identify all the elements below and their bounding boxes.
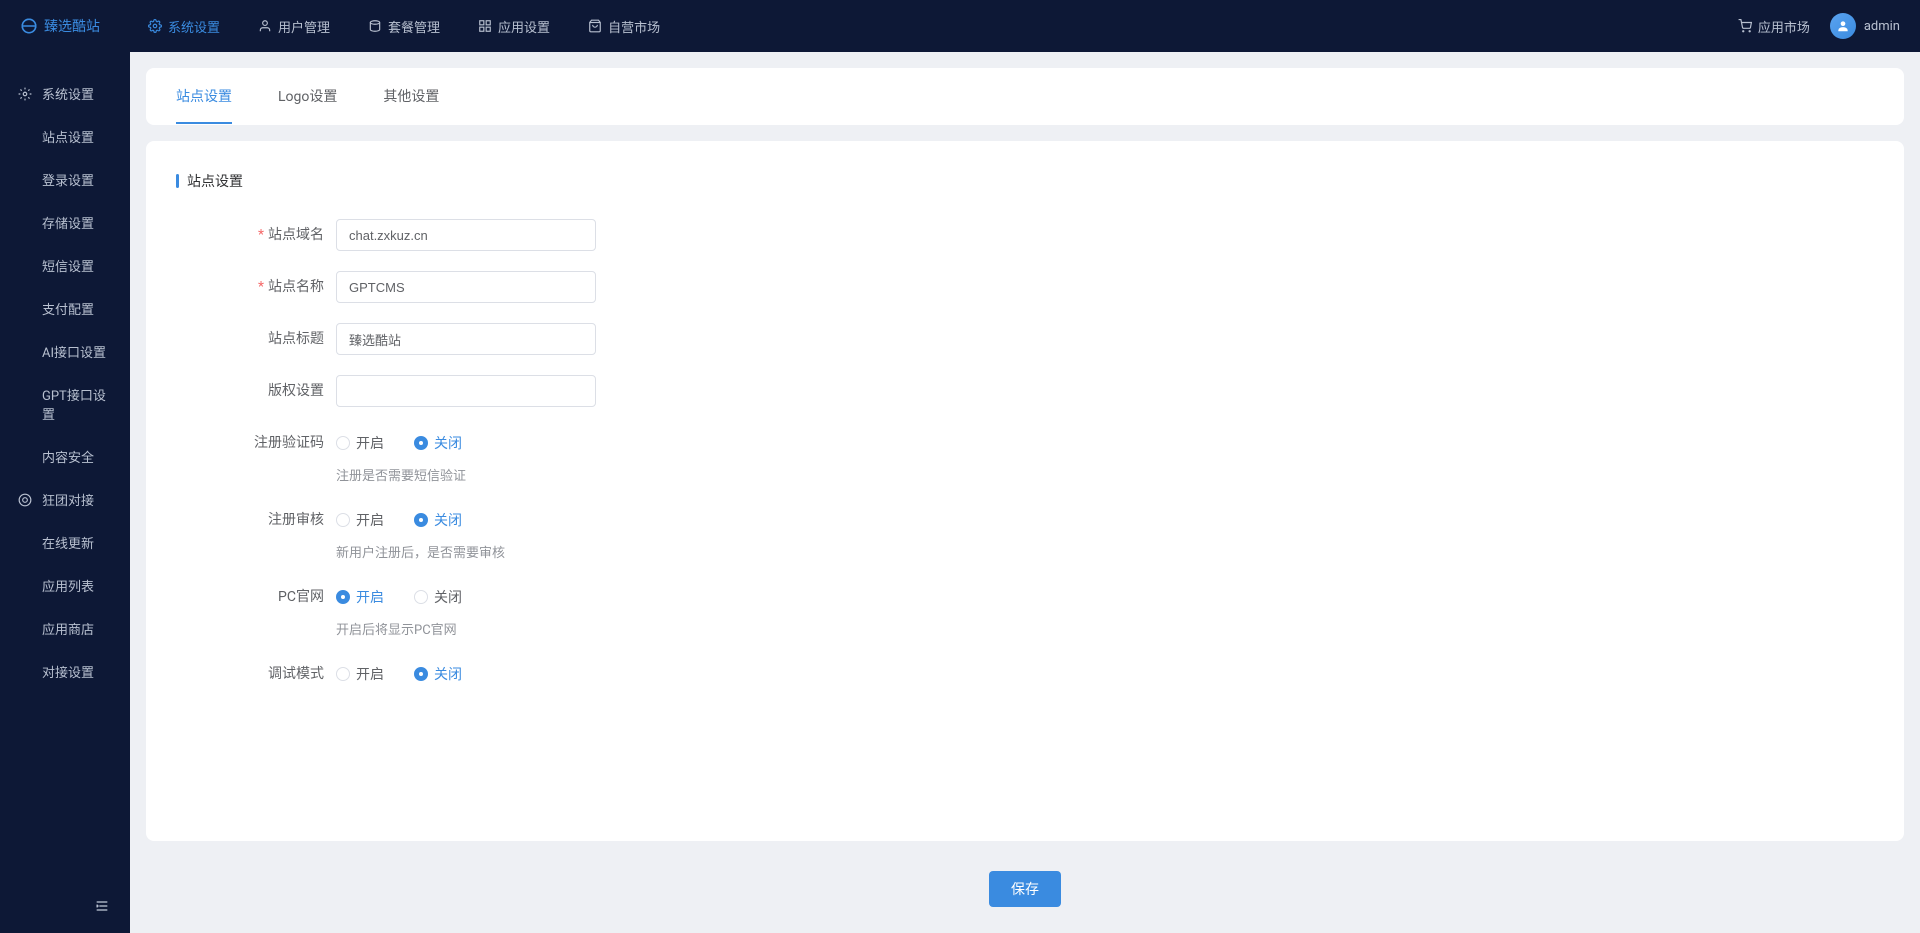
label-pc-site: PC官网	[176, 581, 336, 613]
radio-pc-off[interactable]: 关闭	[414, 587, 462, 607]
avatar	[1830, 13, 1856, 39]
section-title: 站点设置	[176, 171, 1874, 191]
tabs-card: 站点设置 Logo设置 其他设置	[146, 68, 1904, 125]
nav-app-settings[interactable]: 应用设置	[460, 0, 568, 52]
label-debug-mode: 调试模式	[176, 658, 336, 690]
form-card: 站点设置 *站点域名 *站点名称 站点标题 版权设置 注册验证码 开启 关闭	[146, 141, 1904, 841]
radio-pc-on[interactable]: 开启	[336, 587, 384, 607]
radio-captcha-on[interactable]: 开启	[336, 433, 384, 453]
label-register-captcha: 注册验证码	[176, 427, 336, 459]
sidebar-item-gpt[interactable]: GPT接口设置	[0, 373, 130, 435]
sidebar-item-content-safety[interactable]: 内容安全	[0, 435, 130, 478]
sidebar: 系统设置 站点设置 登录设置 存储设置 短信设置 支付配置 AI接口设置 GPT…	[0, 52, 130, 933]
sidebar-item-app-store[interactable]: 应用商店	[0, 607, 130, 650]
sidebar-item-app-list[interactable]: 应用列表	[0, 564, 130, 607]
user-icon	[258, 19, 272, 33]
sidebar-collapse-button[interactable]	[94, 898, 110, 918]
input-site-domain[interactable]	[336, 219, 596, 251]
row-site-domain: *站点域名	[176, 219, 1874, 251]
top-right: 应用市场 admin	[1738, 13, 1900, 39]
label-copyright: 版权设置	[176, 375, 336, 407]
main-content: 站点设置 Logo设置 其他设置 站点设置 *站点域名 *站点名称 站点标题 版…	[130, 52, 1920, 933]
tab-other-settings[interactable]: 其他设置	[383, 68, 439, 124]
sidebar-item-update[interactable]: 在线更新	[0, 521, 130, 564]
input-site-title[interactable]	[336, 323, 596, 355]
input-site-name[interactable]	[336, 271, 596, 303]
avatar-icon	[1836, 19, 1850, 33]
tab-logo-settings[interactable]: Logo设置	[278, 68, 337, 124]
radio-captcha-off[interactable]: 关闭	[414, 433, 462, 453]
collapse-icon	[94, 898, 110, 914]
hint-captcha: 注册是否需要短信验证	[336, 465, 596, 484]
logo-text: 臻选酷站	[44, 16, 100, 36]
logo-icon	[20, 17, 38, 35]
top-nav: 系统设置 用户管理 套餐管理 应用设置 自营市场	[130, 0, 678, 52]
radio-review-off[interactable]: 关闭	[414, 510, 462, 530]
sidebar-item-dock[interactable]: 对接设置	[0, 650, 130, 693]
gear-icon	[148, 19, 162, 33]
sidebar-item-sms[interactable]: 短信设置	[0, 244, 130, 287]
nav-system-settings[interactable]: 系统设置	[130, 0, 238, 52]
label-site-name: *站点名称	[176, 271, 336, 303]
row-copyright: 版权设置	[176, 375, 1874, 407]
sidebar-item-site[interactable]: 站点设置	[0, 115, 130, 158]
sidebar-item-payment[interactable]: 支付配置	[0, 287, 130, 330]
label-register-review: 注册审核	[176, 504, 336, 536]
tab-site-settings[interactable]: 站点设置	[176, 68, 232, 124]
save-button[interactable]: 保存	[989, 871, 1061, 907]
row-pc-site: PC官网 开启 关闭 开启后将显示PC官网	[176, 581, 1874, 638]
sidebar-item-storage[interactable]: 存储设置	[0, 201, 130, 244]
row-site-name: *站点名称	[176, 271, 1874, 303]
username: admin	[1864, 19, 1900, 34]
label-site-domain: *站点域名	[176, 219, 336, 251]
row-debug-mode: 调试模式 开启 关闭	[176, 658, 1874, 690]
hint-pc: 开启后将显示PC官网	[336, 619, 596, 638]
radio-debug-on[interactable]: 开启	[336, 664, 384, 684]
label-site-title: 站点标题	[176, 323, 336, 355]
gear-icon	[18, 87, 32, 101]
row-site-title: 站点标题	[176, 323, 1874, 355]
tabs: 站点设置 Logo设置 其他设置	[146, 68, 1904, 125]
nav-self-market[interactable]: 自营市场	[570, 0, 678, 52]
nav-user-management[interactable]: 用户管理	[240, 0, 348, 52]
hint-review: 新用户注册后，是否需要审核	[336, 542, 596, 561]
user-menu[interactable]: admin	[1830, 13, 1900, 39]
bag-icon	[588, 19, 602, 33]
radio-review-on[interactable]: 开启	[336, 510, 384, 530]
sidebar-group-kt[interactable]: 狂团对接	[0, 478, 130, 521]
sidebar-item-ai[interactable]: AI接口设置	[0, 330, 130, 373]
package-icon	[368, 19, 382, 33]
row-register-captcha: 注册验证码 开启 关闭 注册是否需要短信验证	[176, 427, 1874, 484]
sidebar-group-system[interactable]: 系统设置	[0, 72, 130, 115]
cart-icon	[1738, 19, 1752, 33]
footer-bar: 保存	[146, 861, 1904, 917]
sidebar-item-login[interactable]: 登录设置	[0, 158, 130, 201]
input-copyright[interactable]	[336, 375, 596, 407]
link-icon	[18, 493, 32, 507]
top-header: 臻选酷站 系统设置 用户管理 套餐管理 应用设置 自营市场 应用市场	[0, 0, 1920, 52]
nav-package-management[interactable]: 套餐管理	[350, 0, 458, 52]
market-link[interactable]: 应用市场	[1738, 17, 1810, 36]
logo[interactable]: 臻选酷站	[20, 16, 130, 36]
grid-icon	[478, 19, 492, 33]
radio-debug-off[interactable]: 关闭	[414, 664, 462, 684]
row-register-review: 注册审核 开启 关闭 新用户注册后，是否需要审核	[176, 504, 1874, 561]
